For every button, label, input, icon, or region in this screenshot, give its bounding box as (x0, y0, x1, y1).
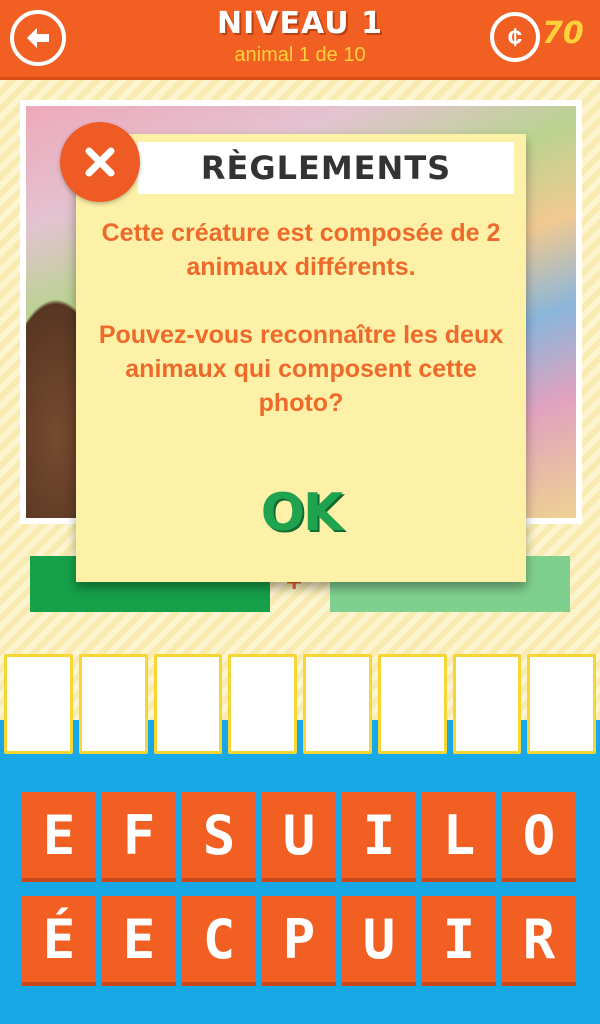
letter-slot[interactable] (78, 654, 148, 754)
letter-key[interactable]: E (22, 792, 96, 882)
rules-paragraph: Pouvez-vous reconnaître les deux animaux… (98, 321, 504, 417)
letter-key[interactable]: U (342, 896, 416, 986)
letter-slot[interactable] (377, 654, 447, 754)
rules-text: Cette créature est composée de 2 animaux… (96, 216, 506, 454)
rules-paragraph: Cette créature est composée de 2 animaux… (101, 219, 501, 281)
rules-title: RÈGLEMENTS (200, 149, 452, 187)
coin-icon[interactable]: ¢ (490, 12, 540, 62)
close-icon (85, 147, 115, 177)
letter-key[interactable]: É (22, 896, 96, 986)
header-bar: NIVEAU 1 animal 1 de 10 ¢ 70 (0, 0, 600, 80)
ok-button[interactable]: OK (251, 478, 351, 548)
letter-slot[interactable] (153, 654, 223, 754)
rules-dialog: RÈGLEMENTS Cette créature est composée d… (76, 134, 526, 582)
letter-key[interactable]: U (262, 792, 336, 882)
letter-key[interactable]: S (182, 792, 256, 882)
letter-slot[interactable] (452, 654, 522, 754)
letter-key[interactable]: E (102, 896, 176, 986)
letter-slot[interactable] (4, 654, 73, 754)
letter-key[interactable]: I (422, 896, 496, 986)
letter-key[interactable]: I (342, 792, 416, 882)
coin-count: 70 (542, 16, 584, 51)
close-button[interactable] (60, 122, 140, 202)
letter-key[interactable]: O (502, 792, 576, 882)
letter-key[interactable]: F (102, 792, 176, 882)
letter-slot[interactable] (228, 654, 297, 754)
letter-keyboard: E F S U I L O É E C P U I R (22, 792, 578, 986)
letter-slot[interactable] (303, 654, 372, 754)
letter-slots (4, 654, 596, 754)
letter-key[interactable]: C (182, 896, 256, 986)
letter-key[interactable]: R (502, 896, 576, 986)
letter-key[interactable]: L (422, 792, 496, 882)
rules-title-bar: RÈGLEMENTS (138, 142, 514, 194)
letter-slot[interactable] (527, 654, 596, 754)
letter-key[interactable]: P (262, 896, 336, 986)
